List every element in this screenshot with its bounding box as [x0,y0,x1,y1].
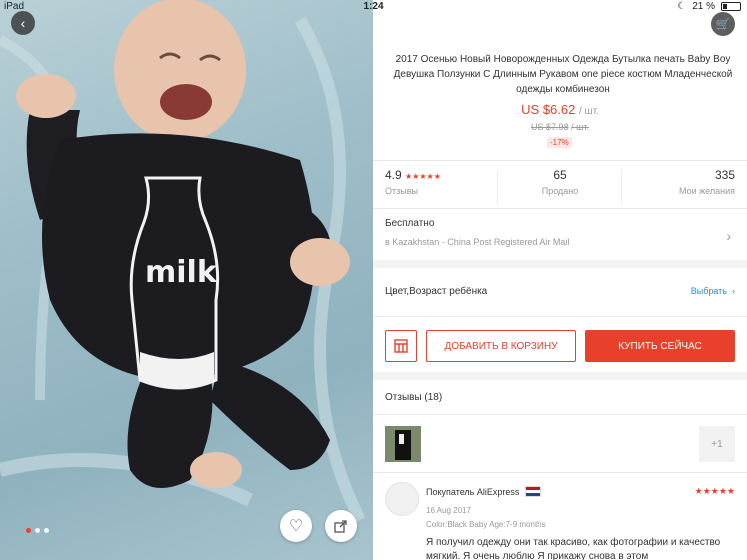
status-right: ☾ 21 % [677,1,741,12]
pagination-dot[interactable] [26,528,31,533]
rating-stat[interactable]: 4.9 ★★★★★ Отзывы [385,168,441,196]
orders-stat: 65 Продано [528,168,592,196]
price-value: US $6.62 [521,102,576,117]
cart-button[interactable]: 🛒 [711,12,735,36]
section-gap [373,372,747,380]
discount-badge: -17% [547,137,572,148]
reviewer: Покупатель AliExpress [426,486,542,497]
netherlands-flag-icon [525,486,542,497]
battery-icon [721,2,741,11]
choose-label: Выбрать [690,286,727,296]
price-unit: / шт. [578,106,599,117]
add-to-cart-button[interactable]: ДОБАВИТЬ В КОРЗИНУ [426,330,576,362]
rating-label: Отзывы [385,186,418,196]
choose-link[interactable]: Выбрать › [691,286,735,296]
reviewer-name: Покупатель AliExpress [426,486,520,497]
wishlist-value: 335 [714,168,735,182]
divider [497,170,498,204]
options-row[interactable]: Цвет,Возраст ребёнка Выбрать › [385,286,735,302]
heart-icon: ♡ [288,518,304,535]
status-time: 1:24 [363,1,384,12]
action-bar: ДОБАВИТЬ В КОРЗИНУ КУПИТЬ СЕЙЧАС [373,330,747,362]
product-stats: 4.9 ★★★★★ Отзывы 65 Продано 335 Мои жела… [373,168,747,208]
old-price-value: US $7.98 [531,122,569,132]
store-icon [394,339,408,353]
chevron-left-icon: ‹ [20,15,26,31]
review-text: Я получил одежду они так красиво, как фо… [426,537,721,560]
status-bar: iPad 1:24 ☾ 21 % [0,0,747,14]
review-photo-image [385,426,421,462]
divider [373,160,747,161]
product-title: 2017 Осенью Новый Новорожденных Одежда Б… [393,54,733,95]
old-price-unit: / шт. [571,122,589,132]
product-detail-panel: 🛒 2017 Осенью Новый Новорожденных Одежда… [373,0,747,560]
section-gap [373,260,747,268]
orders-value: 65 [553,168,567,182]
divider [373,316,747,317]
rating-value: 4.9 [385,168,402,182]
chevron-right-icon: › [729,286,735,296]
reviews-header[interactable]: Отзывы (18) [385,392,442,403]
battery-percent: 21 % [692,1,715,12]
divider [621,170,622,204]
shipping-row[interactable]: Бесплатно в Kazakhstan - China Post Regi… [385,218,735,254]
review-date: 16 Aug 2017 [426,506,471,515]
rating-stars-icon: ★★★★★ [405,172,441,181]
favorite-button[interactable]: ♡ [280,510,312,542]
product-photo[interactable]: milk ‹ ♡ [0,0,373,560]
pagination-dot[interactable] [44,528,49,533]
chevron-right-icon: › [726,228,731,244]
buy-now-button[interactable]: КУПИТЬ СЕЙЧАС [585,330,735,362]
wishlist-label: Мои желания [679,186,735,196]
wishlist-stat[interactable]: 335 Мои желания [679,168,735,196]
share-icon [334,520,347,533]
store-button[interactable] [385,330,417,362]
milk-print-text: milk [145,255,217,290]
divider [373,208,747,209]
orders-label: Продано [541,186,579,196]
review-sku: Color:Black Baby Age:7-9 months [426,520,546,529]
divider [373,472,747,473]
shipping-detail: в Kazakhstan - China Post Registered Air… [385,237,570,247]
options-label: Цвет,Возраст ребёнка [385,286,488,297]
review-stars-icon: ★★★★★ [694,486,735,496]
review-photo-thumbnail[interactable] [385,426,421,462]
back-button[interactable]: ‹ [11,11,35,35]
moon-icon: ☾ [677,1,687,12]
product-price: US $6.62 / шт. [373,102,747,117]
review-item: Покупатель AliExpress ★★★★★ 16 Aug 2017 … [385,482,735,560]
pagination-dot[interactable] [35,528,40,533]
share-button[interactable] [325,510,357,542]
shipping-title: Бесплатно [385,218,435,229]
old-price: US $7.98 / шт. [373,122,747,132]
divider [373,414,747,415]
cart-icon: 🛒 [715,17,731,31]
avatar [385,482,419,516]
gallery-pagination [26,528,49,533]
more-photos-button[interactable]: +1 [699,426,735,462]
